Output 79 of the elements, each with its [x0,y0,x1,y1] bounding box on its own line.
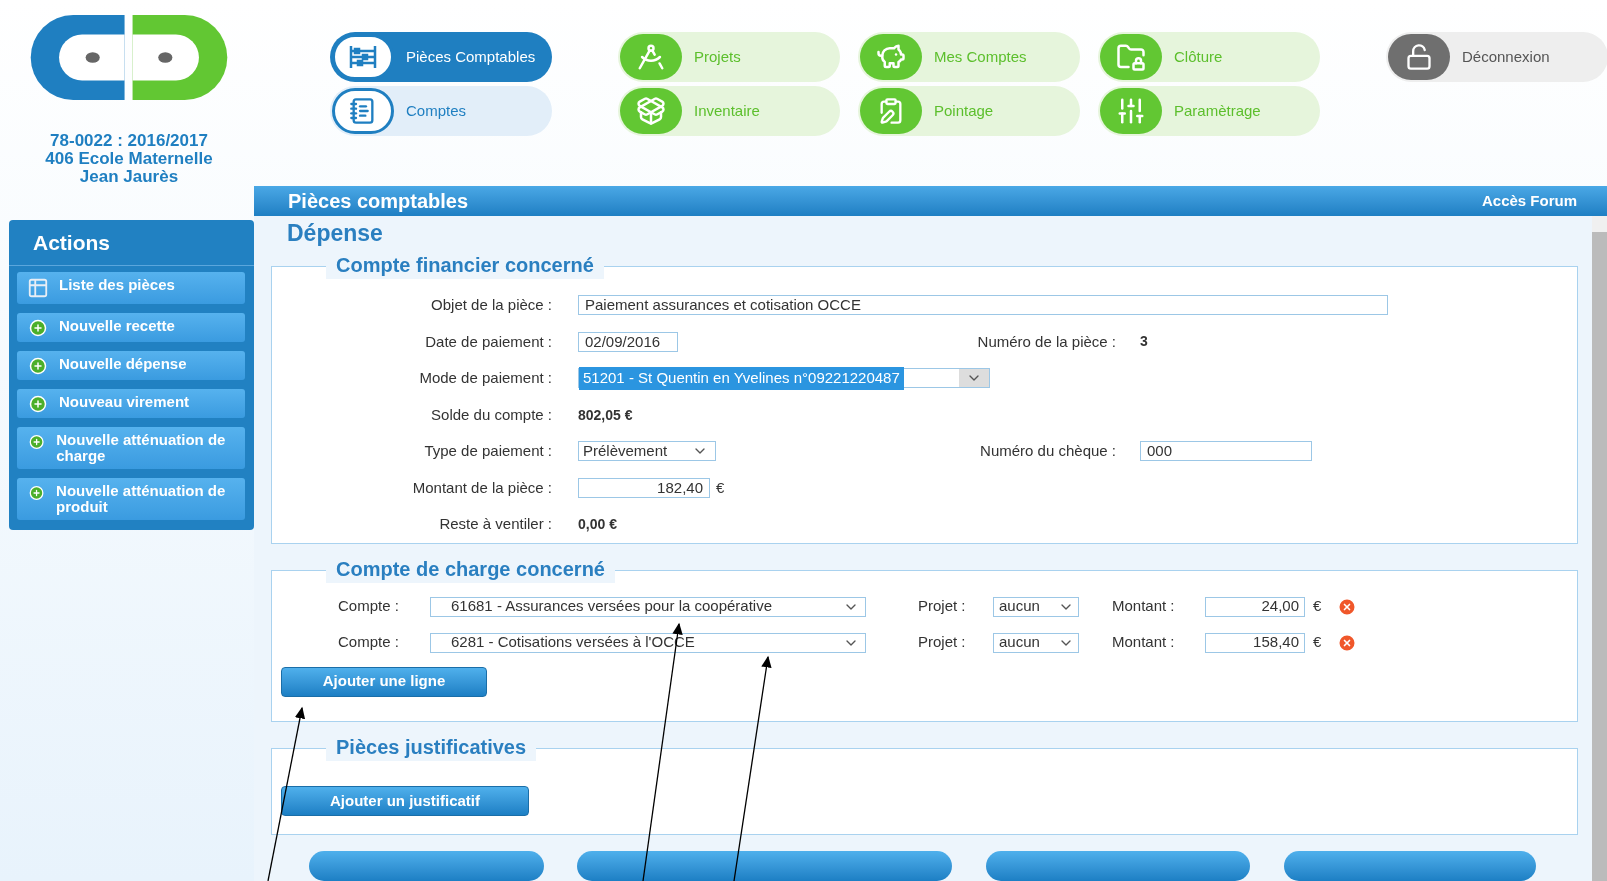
nav-button[interactable]: Clôture [1098,32,1320,82]
dropdown[interactable]: aucun [993,632,1079,653]
add-icon [29,319,47,337]
field-label: Numéro de la pièce : [976,331,1117,352]
delete-button[interactable] [1337,596,1358,617]
folder-lock-icon [1116,42,1146,72]
field-label: Numéro du chèque : [979,441,1117,461]
currency-label: € [1313,596,1322,617]
lock-icon [1405,43,1433,71]
notebook-icon [349,97,377,125]
sidebar-item[interactable]: Nouveau virement [17,389,245,418]
abacus-icon [348,44,378,70]
add-icon [29,357,47,375]
input-field[interactable]: 02/09/2016 [578,331,678,352]
forum-link[interactable]: Accès Forum [1481,189,1577,213]
nav-button[interactable]: Comptes [330,86,552,136]
delete-button[interactable] [1337,632,1358,653]
sidebar-item[interactable]: Nouvelle recette [17,313,245,342]
field-label: Objet de la pièce : [430,295,553,315]
compass-icon [636,42,666,72]
value-text: 802,05 € [578,406,633,423]
bottom-button[interactable] [986,851,1250,881]
value-text: 0,00 € [578,516,617,533]
bottom-button[interactable] [577,851,952,881]
action-button[interactable]: Ajouter une ligne [281,666,487,697]
currency-label: € [716,477,725,498]
add-icon [29,395,47,413]
bottom-button[interactable] [309,851,544,881]
field-label: Date de paiement : [424,331,553,352]
field-label: Compte : [338,596,400,617]
bottom-button[interactable] [1284,851,1536,881]
nav-button[interactable]: Paramètrage [1098,86,1320,136]
school-info: 406 Ecole Maternelle [45,150,213,168]
input-field[interactable]: 24,00 [1205,596,1305,617]
sidebar-item[interactable]: Nouvelle atténuation de produit [17,478,245,520]
sidebar-item[interactable]: Liste des pièces [17,272,245,304]
field-label: Montant de la pièce : [411,477,553,498]
dropdown[interactable]: Prélèvement [578,441,716,462]
scrollbar[interactable] [1592,216,1607,881]
value-text: 3 [1140,332,1148,352]
sidebar-item[interactable]: Nouvelle dépense [17,351,245,380]
field-label: Compte : [338,632,400,653]
table-icon [27,277,49,299]
nav-button[interactable]: Pointage [858,86,1080,136]
nav-button[interactable]: Pièces Comptables [330,32,552,82]
action-button[interactable]: Ajouter un justificatif [281,786,529,817]
input-field[interactable]: 000 [1140,441,1312,462]
nav-button[interactable]: Inventaire [618,86,840,136]
add-icon [29,433,45,451]
nav-button[interactable]: Mes Comptes [858,32,1080,82]
school-info: 78-0022 : 2016/2017 [50,132,208,150]
field-label: Montant : [1112,596,1176,617]
currency-label: € [1313,632,1322,653]
school-info: Jean Jaurès [79,168,179,186]
field-label: Reste à ventiler : [438,514,553,534]
dropdown[interactable]: 51201 - St Quentin en Yvelines n°09221220487 [578,368,990,389]
sliders-icon [1116,96,1146,126]
field-label: Projet : [918,596,967,617]
field-label: Mode de paiement : [418,368,553,388]
field-label: Montant : [1112,632,1176,653]
form-title: Dépense [286,219,384,248]
field-label: Projet : [918,632,967,653]
input-field[interactable]: Paiement assurances et cotisation OCCE [578,295,1388,316]
nav-button[interactable]: Projets [618,32,840,82]
dropdown[interactable]: aucun [993,596,1079,617]
sidebar-title: Actions [33,229,110,256]
section-title: Pièces justificatives [336,736,527,759]
add-icon [29,484,45,502]
box-icon [636,96,666,126]
input-field[interactable]: 158,40 [1205,632,1305,653]
section-title: Compte financier concerné [336,254,594,276]
input-field[interactable]: 182,40 [578,477,710,498]
page-title: Pièces comptables [288,189,469,214]
field-label: Solde du compte : [430,404,553,425]
section-title: Compte de charge concerné [336,557,605,580]
sidebar-item[interactable]: Nouvelle atténuation de charge [17,427,245,469]
nav-button[interactable]: Déconnexion [1386,32,1607,82]
dropdown[interactable]: 61681 - Assurances versées pour la coopérative [430,596,866,617]
field-label: Type de paiement : [423,441,553,461]
